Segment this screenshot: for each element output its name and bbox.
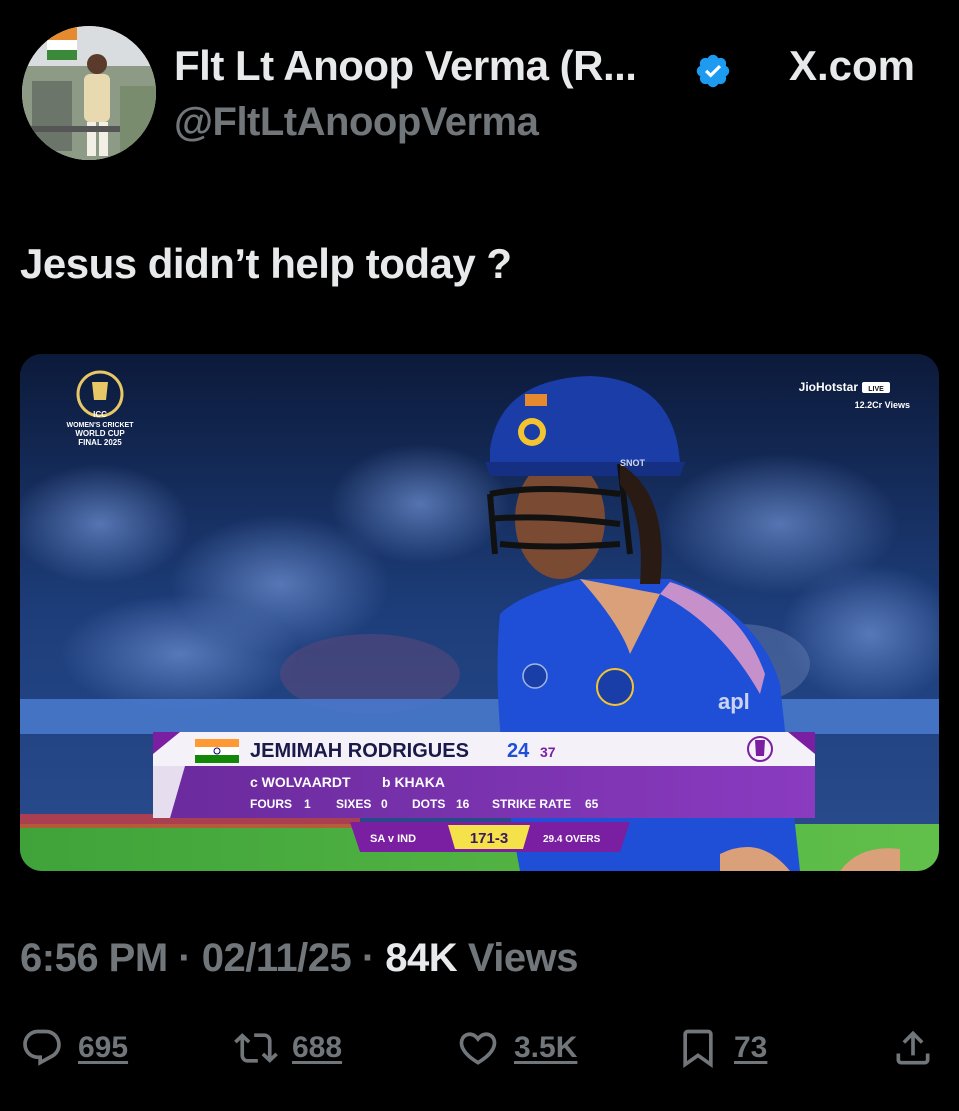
broadcast-frame: apl SNOT ICC WOMEN'S CRICKET WORLD CUP F… [20, 354, 939, 871]
like-count: 3.5K [514, 1031, 578, 1064]
dismissal-bowler: b KHAKA [382, 774, 445, 790]
avatar-photo [22, 26, 156, 160]
author-handle[interactable]: @FltLtAnoopVerma [174, 100, 539, 145]
author-display-name[interactable]: Flt Lt Anoop Verma (R... [174, 42, 637, 90]
share-button[interactable] [891, 1020, 935, 1076]
logo-line-1: ICC [93, 410, 107, 419]
match-teams: SA v IND [370, 833, 416, 845]
player-balls: 37 [540, 744, 556, 760]
tweet-text: Jesus didn’t help today ? [20, 240, 512, 287]
broadcaster-name: JioHotstar [799, 380, 859, 394]
fours-value: 1 [304, 797, 311, 811]
bookmark-icon [683, 1029, 713, 1069]
reply-icon [23, 1029, 61, 1066]
tweet-timestamp[interactable]: 6:56 PM · 02/11/25 · 84K Views [20, 936, 579, 981]
jersey-sponsor-text: apl [718, 689, 750, 714]
dots-label: DOTS [412, 797, 445, 811]
heart-icon [459, 1032, 497, 1065]
view-count: 84K [385, 936, 458, 980]
live-badge-text: LIVE [868, 386, 884, 393]
player-name: JEMIMAH RODRIGUES [250, 740, 469, 762]
helmet-text: SNOT [620, 458, 646, 468]
repost-button[interactable]: 688 [234, 1020, 342, 1076]
sixes-value: 0 [381, 797, 388, 811]
tweet-actions: 695 688 3.5K 73 [20, 1020, 939, 1080]
fours-label: FOURS [250, 797, 292, 811]
like-button[interactable]: 3.5K [456, 1020, 577, 1076]
site-label: X.com [788, 42, 915, 89]
bookmark-button[interactable]: 73 [676, 1020, 767, 1076]
sixes-label: SIXES [336, 797, 371, 811]
player-runs: 24 [507, 740, 530, 762]
viewer-count: 12.2Cr Views [855, 400, 910, 410]
team-score: 171-3 [470, 830, 508, 847]
strike-rate-label: STRIKE RATE [492, 797, 571, 811]
views-label: Views [467, 936, 579, 980]
repost-icon [234, 1033, 278, 1063]
reply-count: 695 [78, 1031, 129, 1064]
verified-badge-icon [696, 54, 730, 88]
logo-line-2: WOMEN'S CRICKET [67, 422, 135, 429]
tweet-media[interactable]: apl SNOT ICC WOMEN'S CRICKET WORLD CUP F… [20, 354, 939, 871]
dismissal-caught: c WOLVAARDT [250, 774, 351, 790]
strike-rate-value: 65 [585, 797, 599, 811]
dots-value: 16 [456, 797, 470, 811]
share-icon [896, 1030, 930, 1065]
tweet-header: Flt Lt Anoop Verma (R... @FltLtAnoopVerm… [22, 26, 937, 166]
tweet-time: 6:56 PM [20, 936, 168, 980]
bookmark-count: 73 [734, 1031, 768, 1064]
repost-count: 688 [292, 1031, 343, 1064]
overs: 29.4 OVERS [543, 834, 601, 845]
author-avatar[interactable] [22, 26, 156, 160]
tweet-date: 02/11/25 [201, 936, 352, 980]
reply-button[interactable]: 695 [20, 1020, 128, 1076]
logo-line-3: WORLD CUP [75, 429, 125, 438]
logo-line-4: FINAL 2025 [78, 438, 122, 447]
